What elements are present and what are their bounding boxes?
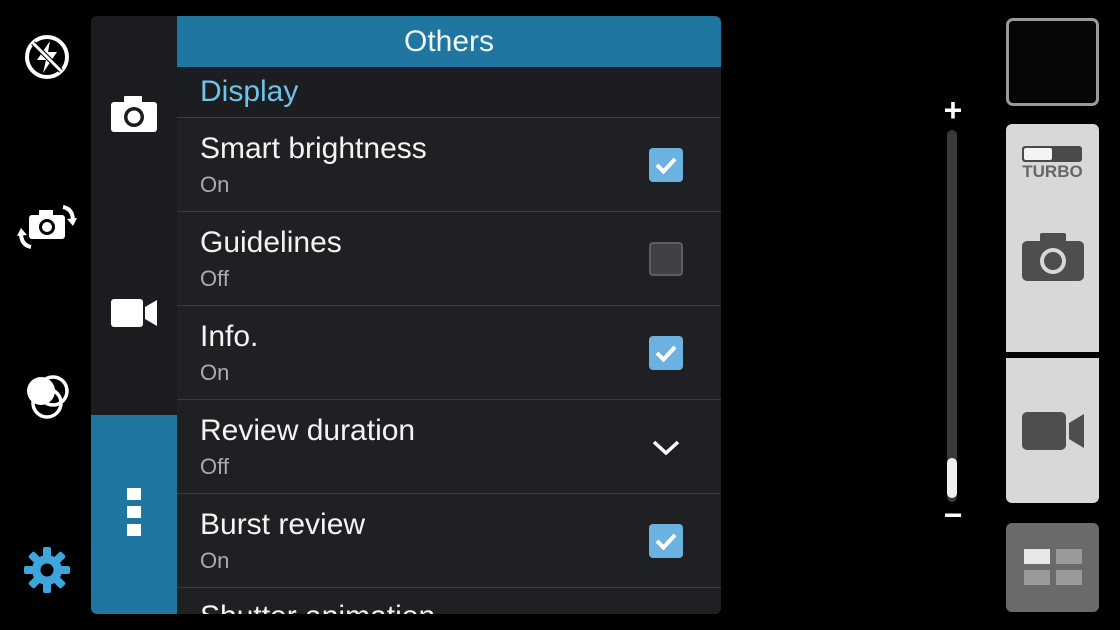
setting-review-duration[interactable]: Review duration Off — [177, 400, 721, 494]
turbo-label: TURBO — [1022, 162, 1083, 181]
zoom-slider-handle[interactable] — [947, 458, 957, 498]
zoom-slider-track[interactable] — [947, 130, 957, 502]
zoom-out-button[interactable]: − — [939, 497, 967, 533]
flash-icon — [23, 33, 71, 86]
switch-camera-button[interactable] — [17, 200, 77, 258]
setting-info[interactable]: Info. On — [177, 306, 721, 400]
grid-modes-icon — [1024, 549, 1082, 592]
setting-value: On — [200, 360, 230, 385]
switch-camera-icon — [17, 201, 77, 258]
effects-icon — [20, 370, 74, 429]
info-checkbox[interactable] — [649, 336, 683, 370]
tab-video[interactable] — [91, 216, 177, 415]
flash-button[interactable] — [18, 30, 76, 88]
settings-list: Others Display Smart brightness On Guide… — [177, 16, 721, 614]
tab-camera[interactable] — [91, 16, 177, 216]
setting-smart-brightness[interactable]: Smart brightness On — [177, 118, 721, 212]
setting-title: Info. — [200, 320, 259, 353]
settings-tabs — [91, 16, 177, 614]
video-camera-icon — [110, 297, 158, 334]
more-icon — [127, 488, 141, 541]
burst-review-checkbox[interactable] — [649, 524, 683, 558]
setting-title: Burst review — [200, 508, 366, 541]
turbo-toggle-icon — [1022, 146, 1082, 162]
setting-guidelines[interactable]: Guidelines Off — [177, 212, 721, 306]
effects-button[interactable] — [18, 370, 76, 428]
camera-modes-button[interactable] — [1006, 523, 1099, 612]
chevron-down-icon[interactable] — [649, 430, 683, 464]
setting-burst-review[interactable]: Burst review On — [177, 494, 721, 588]
setting-shutter-animation[interactable]: Shutter animation — [177, 588, 721, 614]
setting-value: Off — [200, 454, 229, 479]
setting-title: Smart brightness — [200, 132, 427, 165]
smart-brightness-checkbox[interactable] — [649, 148, 683, 182]
settings-panel: Others Display Smart brightness On Guide… — [91, 16, 721, 614]
setting-title: Shutter animation — [200, 600, 435, 614]
record-video-button[interactable] — [1006, 358, 1099, 503]
shutter-button[interactable]: TURBO — [1006, 124, 1099, 352]
camera-icon — [110, 95, 158, 138]
section-header-display: Display — [177, 67, 721, 118]
zoom-in-button[interactable]: + — [939, 92, 967, 128]
setting-title: Guidelines — [200, 226, 342, 259]
camera-icon — [1021, 232, 1085, 287]
setting-value: On — [200, 548, 230, 573]
video-camera-icon — [1021, 410, 1085, 457]
guidelines-checkbox[interactable] — [649, 242, 683, 276]
tab-more[interactable] — [91, 415, 177, 614]
setting-value: On — [200, 172, 230, 197]
setting-title: Review duration — [200, 414, 416, 447]
panel-title: Others — [177, 16, 721, 67]
gallery-thumbnail[interactable] — [1006, 18, 1099, 106]
gear-icon — [22, 545, 72, 600]
setting-value: Off — [200, 266, 229, 291]
settings-button[interactable] — [18, 543, 76, 601]
